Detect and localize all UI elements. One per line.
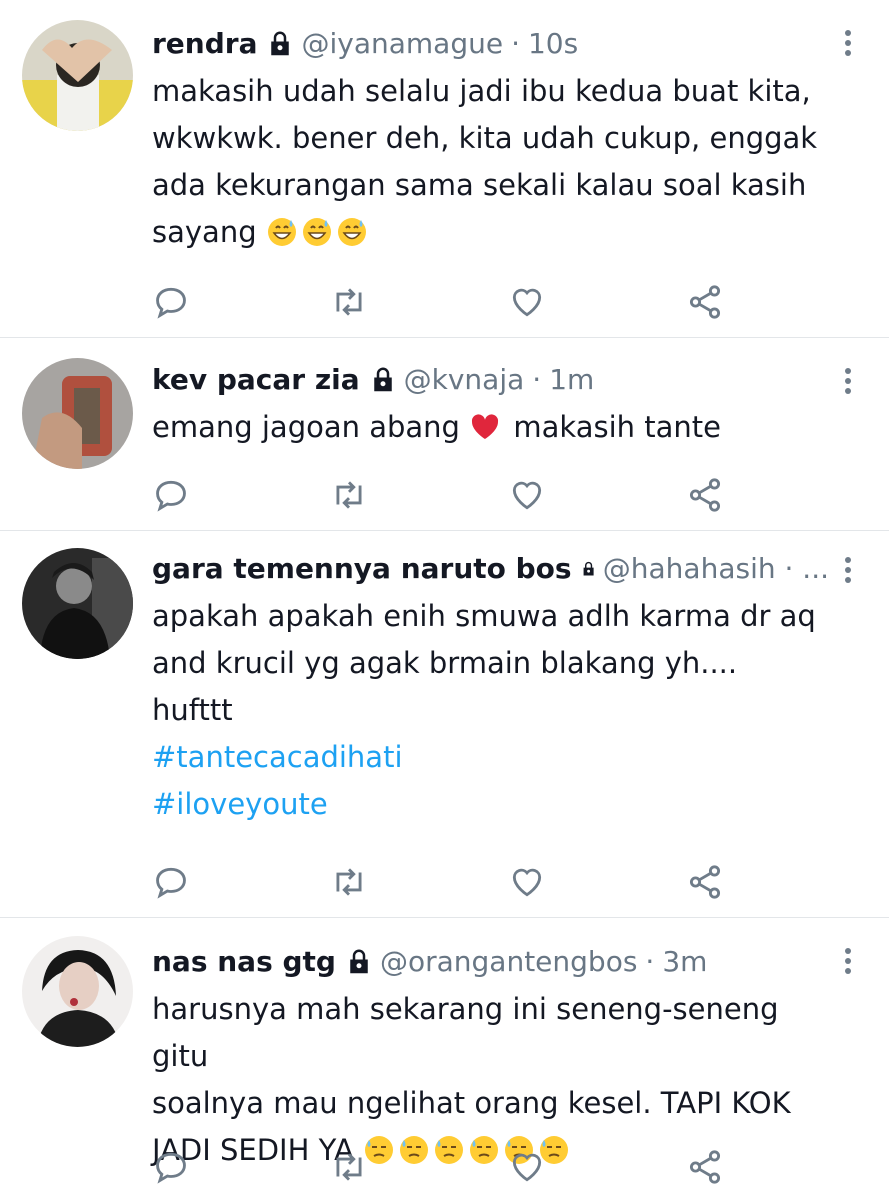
- like-button[interactable]: [508, 1148, 548, 1188]
- reply-icon: [156, 1152, 186, 1184]
- tweet-header: gara temennya naruto bos @hahahasih · ..…: [152, 549, 829, 589]
- heart-icon: [512, 288, 542, 317]
- share-icon: [689, 478, 721, 512]
- retweet-button[interactable]: [330, 1148, 370, 1188]
- tweet[interactable]: rendra @iyanamague · 10s makasih udah se…: [0, 0, 889, 338]
- more-vertical-icon[interactable]: [843, 557, 853, 587]
- tweet-header: nas nas gtg @orangantengbos · 3m: [152, 942, 829, 982]
- tweet-text: emang jagoan abang makasih tante: [152, 404, 829, 451]
- avatar[interactable]: [22, 548, 133, 659]
- like-button[interactable]: [508, 476, 548, 516]
- timestamp[interactable]: 3m: [662, 942, 707, 982]
- retweet-icon: [336, 288, 362, 316]
- lock-icon: [373, 367, 392, 392]
- retweet-button[interactable]: [330, 863, 370, 903]
- tweet-header: kev pacar zia @kvnaja · 1m: [152, 360, 829, 400]
- tweet-actions: [152, 863, 742, 903]
- lock-icon: [583, 561, 594, 576]
- handle[interactable]: @kvnaja: [404, 360, 525, 400]
- tweet-text: apakah apakah enih smuwa adlh karma dr a…: [152, 593, 829, 828]
- grinning-sweat-emoji: [267, 218, 296, 246]
- avatar[interactable]: [22, 936, 133, 1047]
- red-heart-emoji: [472, 414, 499, 439]
- timestamp[interactable]: 10s: [528, 24, 578, 64]
- tweet-actions: [152, 476, 742, 516]
- grinning-sweat-emoji: [302, 218, 331, 246]
- retweet-icon: [336, 868, 362, 896]
- handle[interactable]: @orangantengbos: [380, 942, 637, 982]
- text-line: and krucil yg agak brmain blakang yh....: [152, 646, 738, 680]
- more-vertical-icon[interactable]: [843, 948, 853, 978]
- tweet-actions: [152, 283, 742, 323]
- share-icon: [689, 285, 721, 319]
- handle[interactable]: @hahahasih · ...: [603, 549, 829, 589]
- reply-button[interactable]: [152, 476, 192, 516]
- avatar[interactable]: [22, 20, 133, 131]
- like-button[interactable]: [508, 283, 548, 323]
- tweet-actions: [152, 1148, 742, 1188]
- display-name[interactable]: rendra: [152, 24, 257, 64]
- retweet-button[interactable]: [330, 283, 370, 323]
- text-after: makasih tante: [513, 410, 721, 444]
- share-button[interactable]: [686, 863, 726, 903]
- separator: ·: [532, 363, 542, 396]
- text-line: makasih udah selalu jadi ibu kedua buat …: [152, 74, 811, 108]
- lock-icon: [271, 31, 290, 56]
- text-line: ada kekurangan sama sekali kalau soal ka…: [152, 168, 807, 202]
- separator: ·: [511, 27, 520, 60]
- hashtag-link[interactable]: #iloveyoute: [152, 781, 829, 828]
- share-button[interactable]: [686, 476, 726, 516]
- heart-icon: [512, 868, 542, 897]
- display-name[interactable]: gara temennya naruto bos: [152, 549, 572, 589]
- text-line-last: sayang: [152, 215, 257, 249]
- reply-icon: [156, 867, 186, 899]
- reply-icon: [156, 287, 186, 319]
- reply-button[interactable]: [152, 283, 192, 323]
- text-line: hufttt: [152, 693, 233, 727]
- more-vertical-icon[interactable]: [843, 30, 853, 60]
- retweet-icon: [336, 481, 362, 509]
- lock-icon: [350, 949, 368, 974]
- tweet-text: harusnya mah sekarang ini seneng-seneng …: [152, 986, 829, 1174]
- reply-feed: rendra @iyanamague · 10s makasih udah se…: [0, 0, 889, 1200]
- tweet-header: rendra @iyanamague · 10s: [152, 24, 829, 64]
- share-button[interactable]: [686, 283, 726, 323]
- avatar[interactable]: [22, 358, 133, 469]
- more-vertical-icon[interactable]: [843, 368, 853, 398]
- text-line: harusnya mah sekarang ini seneng-seneng …: [152, 992, 779, 1073]
- text-line: emang jagoan abang makasih tante: [152, 404, 829, 451]
- retweet-icon: [336, 1153, 362, 1181]
- tweet[interactable]: gara temennya naruto bos @hahahasih · ..…: [0, 531, 889, 918]
- reply-icon: [156, 480, 186, 512]
- separator: ·: [645, 945, 655, 978]
- display-name[interactable]: kev pacar zia: [152, 360, 360, 400]
- timestamp[interactable]: 1m: [549, 360, 594, 400]
- handle[interactable]: @iyanamague: [301, 24, 503, 64]
- reply-button[interactable]: [152, 1148, 192, 1188]
- retweet-button[interactable]: [330, 476, 370, 516]
- grinning-sweat-emoji: [337, 218, 366, 246]
- heart-icon: [512, 481, 542, 510]
- text-line: sayang: [152, 209, 829, 256]
- display-name[interactable]: nas nas gtg: [152, 942, 336, 982]
- share-button[interactable]: [686, 1148, 726, 1188]
- text-before: emang jagoan abang: [152, 410, 460, 444]
- hashtag-link[interactable]: #tantecacadihati: [152, 734, 829, 781]
- text-line: apakah apakah enih smuwa adlh karma dr a…: [152, 599, 816, 633]
- tweet[interactable]: kev pacar zia @kvnaja · 1m emang jagoan …: [0, 338, 889, 531]
- text-line: soalnya mau ngelihat orang kesel. TAPI K…: [152, 1086, 791, 1120]
- share-icon: [689, 1150, 721, 1184]
- text-line: wkwkwk. bener deh, kita udah cukup, engg…: [152, 121, 818, 155]
- reply-button[interactable]: [152, 863, 192, 903]
- tweet[interactable]: nas nas gtg @orangantengbos · 3m harusny…: [0, 918, 889, 1200]
- tweet-text: makasih udah selalu jadi ibu kedua buat …: [152, 68, 829, 256]
- share-icon: [689, 865, 721, 899]
- heart-icon: [512, 1153, 542, 1182]
- like-button[interactable]: [508, 863, 548, 903]
